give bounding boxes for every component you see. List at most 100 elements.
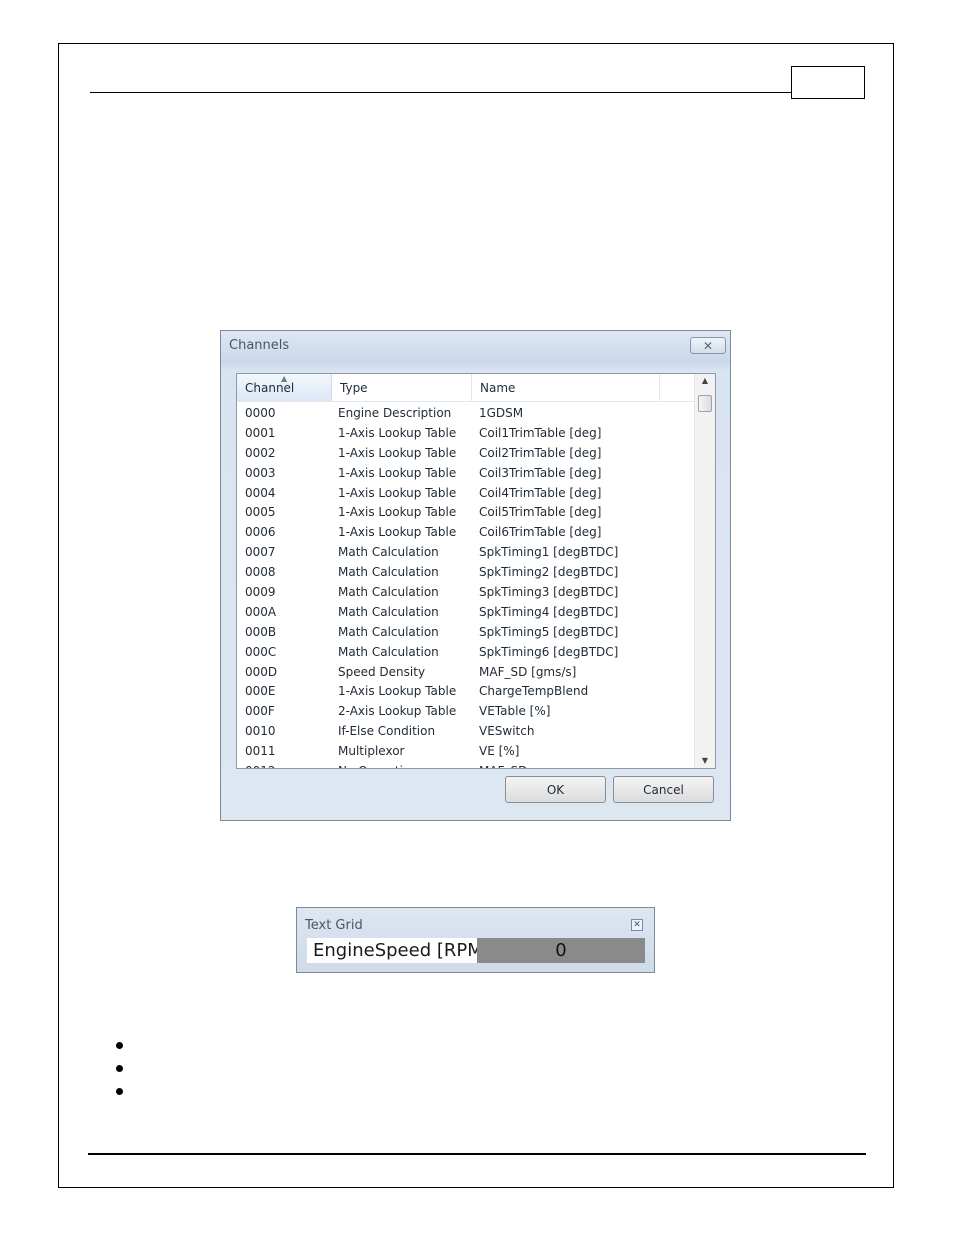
cell-name: VESwitch bbox=[479, 724, 535, 739]
cell-type: Math Calculation bbox=[338, 585, 439, 600]
table-row[interactable]: 000A Math Calculation SpkTiming4 [degBTDC] bbox=[237, 603, 694, 623]
page-number-box bbox=[791, 66, 865, 99]
cell-name: MAF_SD bbox=[479, 764, 527, 768]
cell-type: If-Else Condition bbox=[338, 724, 436, 739]
text-grid-title: Text Grid bbox=[305, 918, 363, 933]
cell-channel: 0006 bbox=[245, 525, 276, 540]
table-row[interactable]: 000E 1-Axis Lookup Table ChargeTempBlend bbox=[237, 682, 694, 702]
list-rows: 0000 Engine Description 1GDSM 0001 1-Axis Lo… bbox=[237, 404, 694, 768]
cell-type: Math Calculation bbox=[338, 565, 439, 580]
list-header: ▲ Channel Type Name bbox=[237, 374, 694, 402]
cell-name: SpkTiming6 [degBTDC] bbox=[479, 644, 619, 659]
close-icon: ✕ bbox=[702, 338, 714, 353]
cell-type: 1-Axis Lookup Table bbox=[338, 525, 457, 540]
cell-type: Speed Density bbox=[338, 664, 426, 679]
cell-name: ChargeTempBlend bbox=[479, 684, 589, 699]
table-row[interactable]: 0008 Math Calculation SpkTiming2 [degBTDC] bbox=[237, 563, 694, 583]
table-row[interactable]: 0011 Multiplexor VE [%] bbox=[237, 742, 694, 762]
cell-type: Engine Description bbox=[338, 406, 452, 420]
table-row[interactable]: 0002 1-Axis Lookup Table Coil2TrimTable [d… bbox=[237, 444, 694, 464]
table-row[interactable]: 0000 Engine Description 1GDSM bbox=[237, 404, 694, 424]
cell-type: Multiplexor bbox=[338, 744, 405, 759]
cell-name: 1GDSM bbox=[479, 406, 524, 420]
bullet bbox=[116, 1088, 123, 1095]
table-row[interactable]: 0003 1-Axis Lookup Table Coil3TrimTable [d… bbox=[237, 464, 694, 484]
table-row[interactable]: 0004 1-Axis Lookup Table Coil4TrimTable [d… bbox=[237, 484, 694, 504]
cell-type: 1-Axis Lookup Table bbox=[338, 465, 457, 480]
cell-channel: 0003 bbox=[245, 465, 276, 480]
table-row[interactable]: 0007 Math Calculation SpkTiming1 [degBTDC] bbox=[237, 543, 694, 563]
column-header-channel[interactable]: ▲ Channel bbox=[237, 374, 332, 401]
table-row[interactable]: 000B Math Calculation SpkTiming5 [degBTDC] bbox=[237, 623, 694, 643]
table-row[interactable]: 000C Math Calculation SpkTiming6 [degBTDC] bbox=[237, 643, 694, 663]
cell-name: SpkTiming5 [degBTDC] bbox=[479, 624, 619, 639]
channel-label: EngineSpeed [RPM] bbox=[307, 938, 490, 963]
cancel-button[interactable]: Cancel bbox=[613, 776, 714, 803]
table-row[interactable]: 0001 1-Axis Lookup Table Coil1TrimTable [d… bbox=[237, 424, 694, 444]
cell-type: 1-Axis Lookup Table bbox=[338, 505, 457, 520]
cell-channel: 0009 bbox=[245, 585, 276, 600]
header-rule bbox=[90, 92, 792, 93]
dialog-title: Channels bbox=[229, 338, 290, 353]
cell-channel: 0010 bbox=[245, 724, 276, 739]
cell-type: Math Calculation bbox=[338, 545, 439, 560]
cell-type: 1-Axis Lookup Table bbox=[338, 684, 457, 699]
cell-type: Math Calculation bbox=[338, 644, 439, 659]
cell-channel: 000F bbox=[245, 704, 275, 719]
cell-name: Coil5TrimTable [deg] bbox=[479, 505, 602, 520]
column-header-name[interactable]: Name bbox=[472, 374, 660, 401]
cell-channel: 0005 bbox=[245, 505, 276, 520]
cell-channel: 000E bbox=[245, 684, 276, 699]
cell-type: 1-Axis Lookup Table bbox=[338, 445, 457, 460]
footer-rule bbox=[88, 1153, 866, 1155]
cell-type: 2-Axis Lookup Table bbox=[338, 704, 457, 719]
table-row[interactable]: 000D Speed Density MAF_SD [gms/s] bbox=[237, 663, 694, 683]
cell-name: VETable [%] bbox=[479, 704, 551, 719]
cell-channel: 000B bbox=[245, 624, 277, 639]
table-row[interactable]: 0012 No Operation MAF_SD bbox=[237, 762, 694, 768]
cell-type: Math Calculation bbox=[338, 624, 439, 639]
cell-channel: 0002 bbox=[245, 445, 276, 460]
cell-channel: 000D bbox=[245, 664, 278, 679]
table-row[interactable]: 000F 2-Axis Lookup Table VETable [%] bbox=[237, 702, 694, 722]
cell-name: Coil6TrimTable [deg] bbox=[479, 525, 602, 540]
cell-type: 1-Axis Lookup Table bbox=[338, 485, 457, 500]
cell-channel: 0012 bbox=[245, 764, 276, 768]
ok-button[interactable]: OK bbox=[505, 776, 606, 803]
column-header-type[interactable]: Type bbox=[332, 374, 472, 401]
cell-type: No Operation bbox=[338, 764, 418, 768]
close-icon[interactable]: ✕ bbox=[631, 919, 643, 931]
sort-ascending-icon: ▲ bbox=[281, 374, 288, 383]
vertical-scrollbar[interactable]: ▲ ▼ bbox=[694, 374, 715, 768]
cell-channel: 000A bbox=[245, 604, 277, 619]
cell-name: SpkTiming4 [degBTDC] bbox=[479, 604, 619, 619]
table-row[interactable]: 0009 Math Calculation SpkTiming3 [degBTDC] bbox=[237, 583, 694, 603]
bullet bbox=[116, 1042, 123, 1049]
table-row[interactable]: 0006 1-Axis Lookup Table Coil6TrimTable [d… bbox=[237, 523, 694, 543]
cell-channel: 0004 bbox=[245, 485, 276, 500]
cell-name: Coil3TrimTable [deg] bbox=[479, 465, 602, 480]
channel-list[interactable]: ▲ Channel Type Name 0000 Engine Descripti… bbox=[236, 373, 716, 769]
cell-name: VE [%] bbox=[479, 744, 520, 759]
cell-name: Coil2TrimTable [deg] bbox=[479, 445, 602, 460]
bullet bbox=[116, 1065, 123, 1072]
cell-name: Coil4TrimTable [deg] bbox=[479, 485, 602, 500]
cell-channel: 000C bbox=[245, 644, 277, 659]
cell-name: SpkTiming1 [degBTDC] bbox=[479, 545, 619, 560]
scroll-up-icon[interactable]: ▲ bbox=[695, 376, 715, 385]
cell-name: SpkTiming3 [degBTDC] bbox=[479, 585, 619, 600]
cell-channel: 0011 bbox=[245, 744, 276, 759]
close-button[interactable]: ✕ bbox=[690, 337, 726, 354]
scroll-down-icon[interactable]: ▼ bbox=[695, 756, 715, 765]
table-row[interactable]: 0005 1-Axis Lookup Table Coil5TrimTable [d… bbox=[237, 503, 694, 523]
cell-type: Math Calculation bbox=[338, 604, 439, 619]
channel-value: 0 bbox=[477, 938, 645, 963]
cell-channel: 0007 bbox=[245, 545, 276, 560]
cell-name: Coil1TrimTable [deg] bbox=[479, 425, 602, 440]
cell-name: SpkTiming2 [degBTDC] bbox=[479, 565, 619, 580]
cell-channel: 0008 bbox=[245, 565, 276, 580]
table-row[interactable]: 0010 If-Else Condition VESwitch bbox=[237, 722, 694, 742]
scroll-thumb[interactable] bbox=[698, 395, 712, 412]
cell-channel: 0000 bbox=[245, 406, 276, 420]
cell-type: 1-Axis Lookup Table bbox=[338, 425, 457, 440]
